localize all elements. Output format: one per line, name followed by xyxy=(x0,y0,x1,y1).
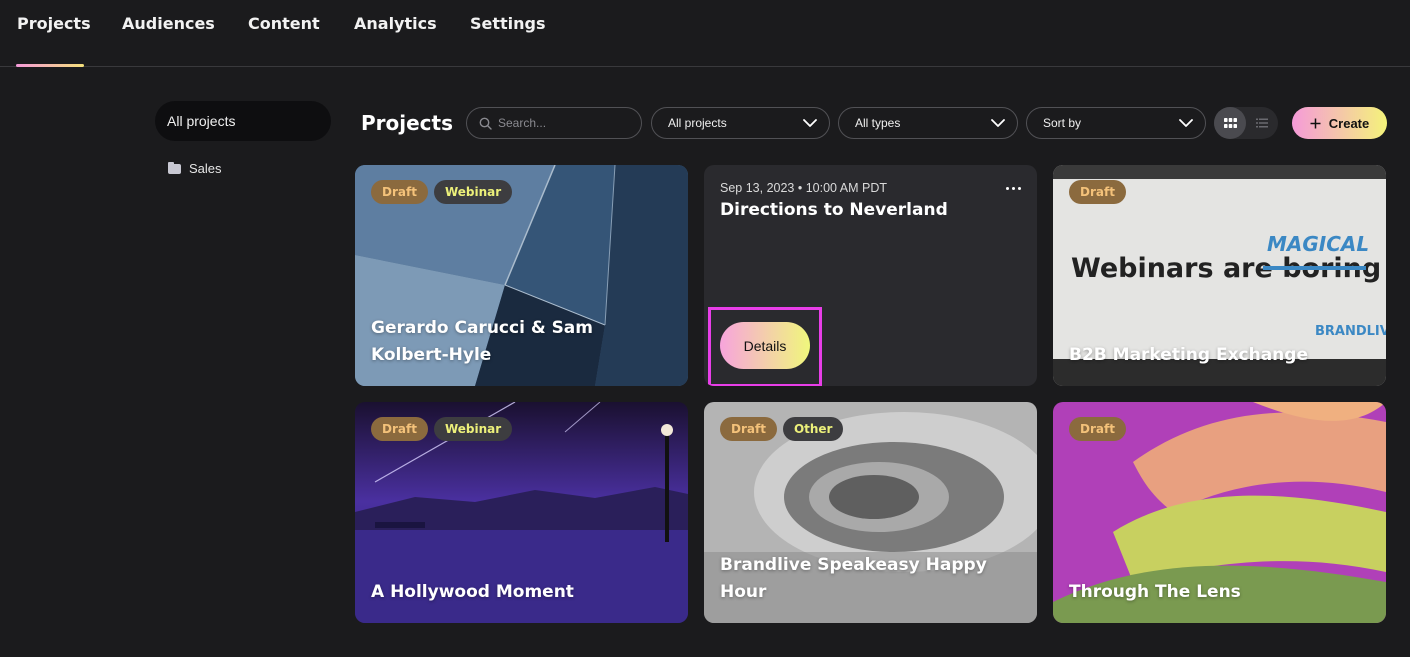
status-badge: Draft xyxy=(1069,417,1126,441)
event-date: Sep 13, 2023 • 10:00 AM PDT xyxy=(720,181,887,195)
details-button[interactable]: Details xyxy=(720,322,810,369)
card-title: Directions to Neverland xyxy=(720,200,948,220)
projects-filter-value: All projects xyxy=(668,116,727,130)
plus-icon xyxy=(1310,118,1321,128)
sidebar-item-label: All projects xyxy=(167,113,236,129)
type-badge: Webinar xyxy=(433,180,513,204)
type-badge: Other xyxy=(782,417,844,441)
card-title: B2B Marketing Exchange xyxy=(1069,345,1308,365)
grid-view-button[interactable] xyxy=(1214,107,1246,139)
search-input[interactable] xyxy=(498,116,628,130)
tab-analytics[interactable]: Analytics xyxy=(354,14,437,33)
status-badge: Draft xyxy=(371,417,428,441)
chevron-down-icon xyxy=(1179,119,1193,127)
project-card[interactable]: Sep 13, 2023 • 10:00 AM PDT Directions t… xyxy=(704,165,1037,386)
tab-projects[interactable]: Projects xyxy=(17,14,91,33)
svg-text:MAGICAL: MAGICAL xyxy=(1267,232,1369,256)
project-card[interactable]: Draft Other Brandlive Speakeasy Happy Ho… xyxy=(704,402,1037,623)
view-mode-toggle xyxy=(1214,107,1278,139)
sidebar-folder-label: Sales xyxy=(189,161,222,176)
create-button-label: Create xyxy=(1328,115,1370,131)
project-card[interactable]: Draft Webinar Gerardo Carucci & Sam Kolb… xyxy=(355,165,688,386)
tab-audiences[interactable]: Audiences xyxy=(122,14,215,33)
types-filter-value: All types xyxy=(855,116,901,130)
status-badge: Draft xyxy=(1069,180,1126,204)
page-title: Projects xyxy=(361,111,454,135)
status-badge: Draft xyxy=(371,180,428,204)
project-card[interactable]: Draft Webinar A Hollywood Moment xyxy=(355,402,688,623)
more-options-icon[interactable] xyxy=(1006,187,1021,190)
sort-value: Sort by xyxy=(1043,116,1082,130)
tab-settings[interactable]: Settings xyxy=(470,14,546,33)
sort-dropdown[interactable]: Sort by xyxy=(1026,107,1206,139)
grid-icon xyxy=(1223,118,1237,128)
sidebar-folder-sales[interactable]: Sales xyxy=(168,161,222,176)
project-card[interactable]: Draft Through The Lens xyxy=(1053,402,1386,623)
top-nav: Projects Audiences Content Analytics Set… xyxy=(0,0,1410,67)
chevron-down-icon xyxy=(803,119,817,127)
svg-text:BRANDLIVE: BRANDLIVE xyxy=(1315,324,1386,339)
tab-content[interactable]: Content xyxy=(248,14,320,33)
search-icon xyxy=(479,117,492,130)
project-card[interactable]: Webinars are boring MAGICAL BRANDLIVE Dr… xyxy=(1053,165,1386,386)
card-title: Through The Lens xyxy=(1069,582,1241,602)
types-filter-dropdown[interactable]: All types xyxy=(838,107,1018,139)
chevron-down-icon xyxy=(991,119,1005,127)
card-title: A Hollywood Moment xyxy=(371,582,574,602)
folder-icon xyxy=(168,161,181,174)
sidebar-item-all-projects[interactable]: All projects xyxy=(155,101,331,141)
active-tab-indicator xyxy=(16,64,84,67)
create-button[interactable]: Create xyxy=(1292,107,1387,139)
projects-filter-dropdown[interactable]: All projects xyxy=(651,107,830,139)
type-badge: Webinar xyxy=(433,417,513,441)
search-box[interactable] xyxy=(466,107,642,139)
status-badge: Draft xyxy=(720,417,777,441)
card-title: Brandlive Speakeasy Happy Hour xyxy=(720,555,987,602)
list-icon xyxy=(1256,118,1268,128)
card-title: Gerardo Carucci & Sam Kolbert-Hyle xyxy=(371,318,593,365)
list-view-button[interactable] xyxy=(1246,107,1278,139)
